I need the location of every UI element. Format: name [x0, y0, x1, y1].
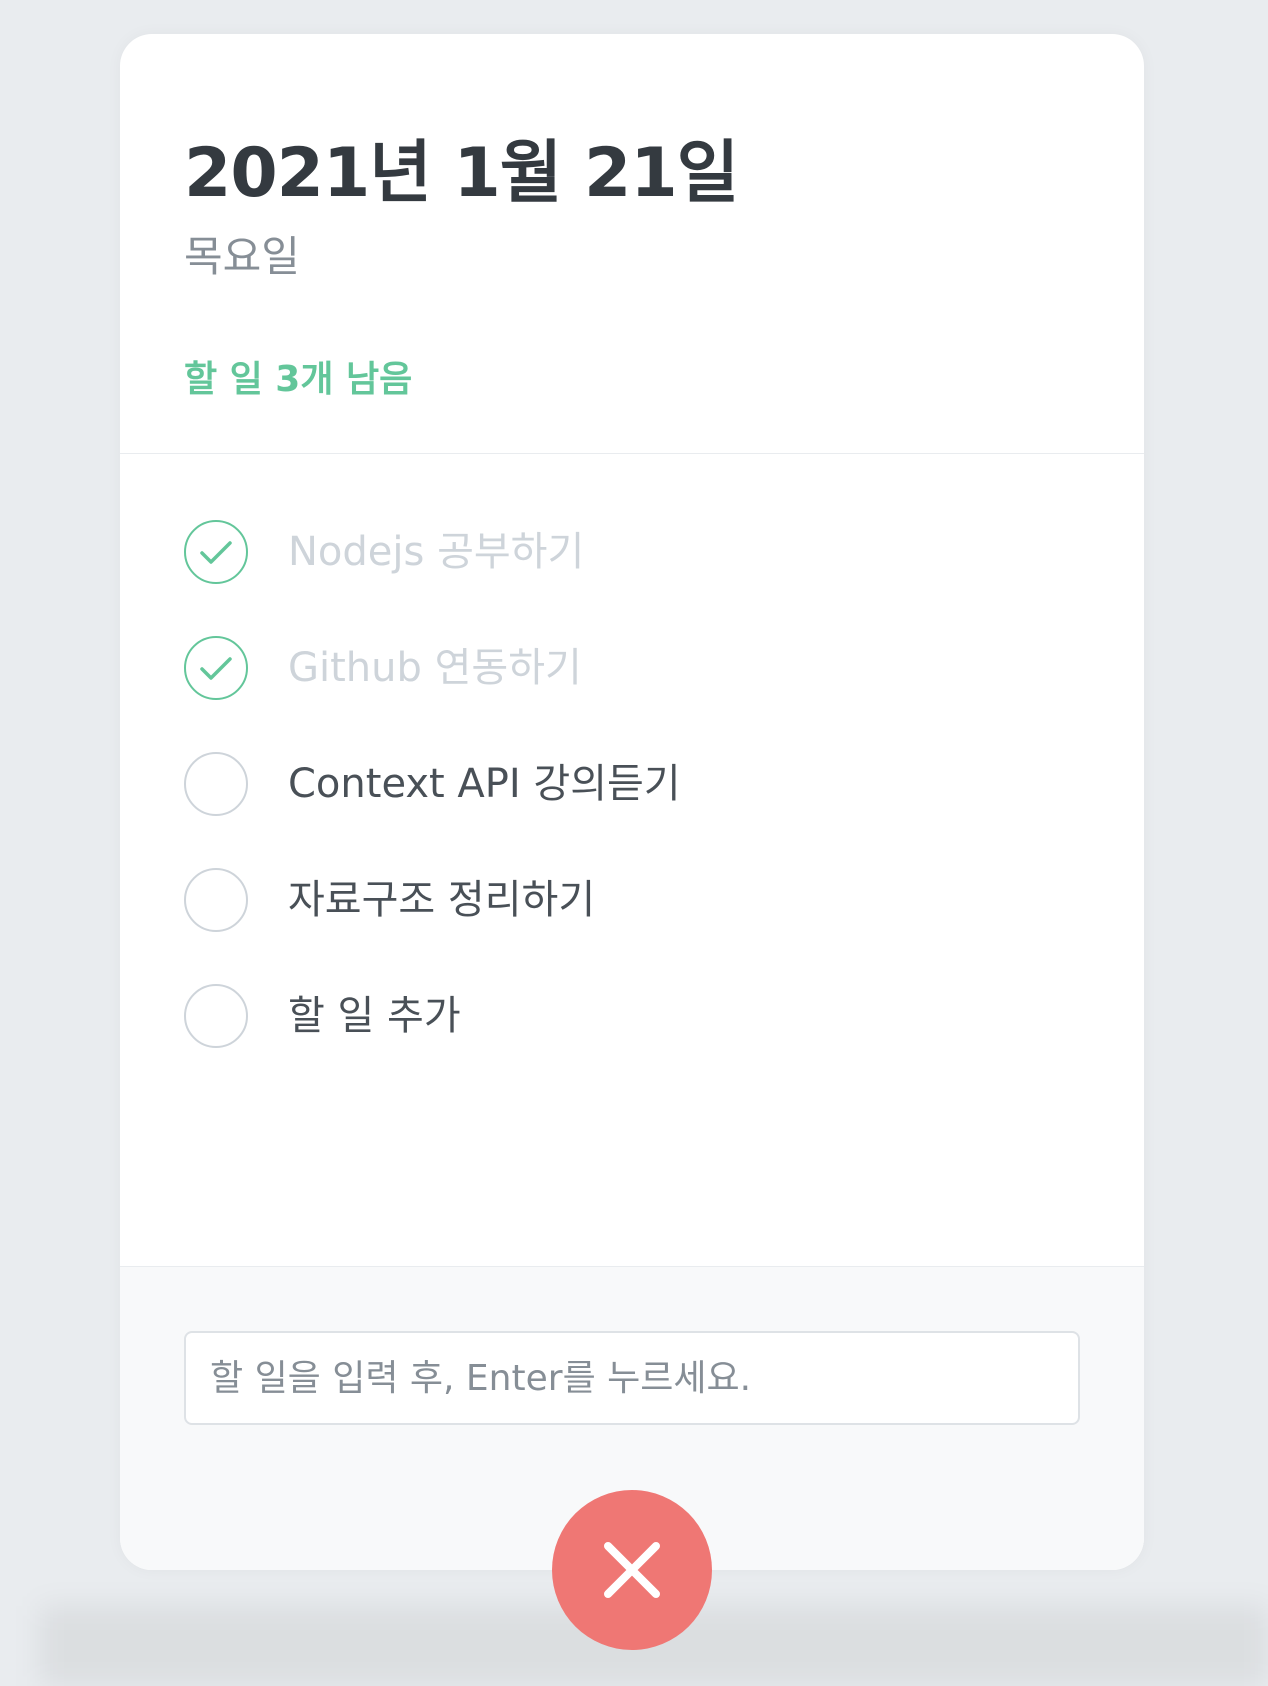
todo-item[interactable]: Context API 강의듣기 — [184, 750, 1080, 818]
todo-item[interactable]: 할 일 추가 — [184, 982, 1080, 1050]
todo-item[interactable]: Github 연동하기 — [184, 634, 1080, 702]
tasks-left-count: 할 일 3개 남음 — [184, 359, 413, 400]
weekday: 목요일 — [184, 232, 300, 281]
todo-checkbox[interactable] — [184, 520, 248, 584]
todo-text: Nodejs 공부하기 — [288, 529, 585, 575]
close-button[interactable] — [552, 1490, 712, 1650]
todo-checkbox[interactable] — [184, 868, 248, 932]
todo-header: 2021년 1월 21일 목요일 할 일 3개 남음 — [120, 34, 1144, 454]
todo-text: Context API 강의듣기 — [288, 761, 681, 807]
todo-checkbox[interactable] — [184, 984, 248, 1048]
todo-input[interactable] — [184, 1331, 1080, 1425]
todo-card: 2021년 1월 21일 목요일 할 일 3개 남음 Nodejs 공부하기 G… — [120, 34, 1144, 1570]
todo-item[interactable]: Nodejs 공부하기 — [184, 518, 1080, 586]
todo-list: Nodejs 공부하기 Github 연동하기 Context API 강의듣기… — [120, 454, 1144, 1266]
check-icon — [200, 541, 232, 564]
check-icon — [200, 657, 232, 680]
todo-checkbox[interactable] — [184, 636, 248, 700]
close-icon — [604, 1542, 660, 1598]
date-title: 2021년 1월 21일 — [184, 134, 739, 213]
todo-checkbox[interactable] — [184, 752, 248, 816]
todo-text: 자료구조 정리하기 — [288, 877, 596, 923]
todo-item[interactable]: 자료구조 정리하기 — [184, 866, 1080, 934]
todo-text: Github 연동하기 — [288, 645, 582, 691]
todo-text: 할 일 추가 — [288, 993, 461, 1039]
